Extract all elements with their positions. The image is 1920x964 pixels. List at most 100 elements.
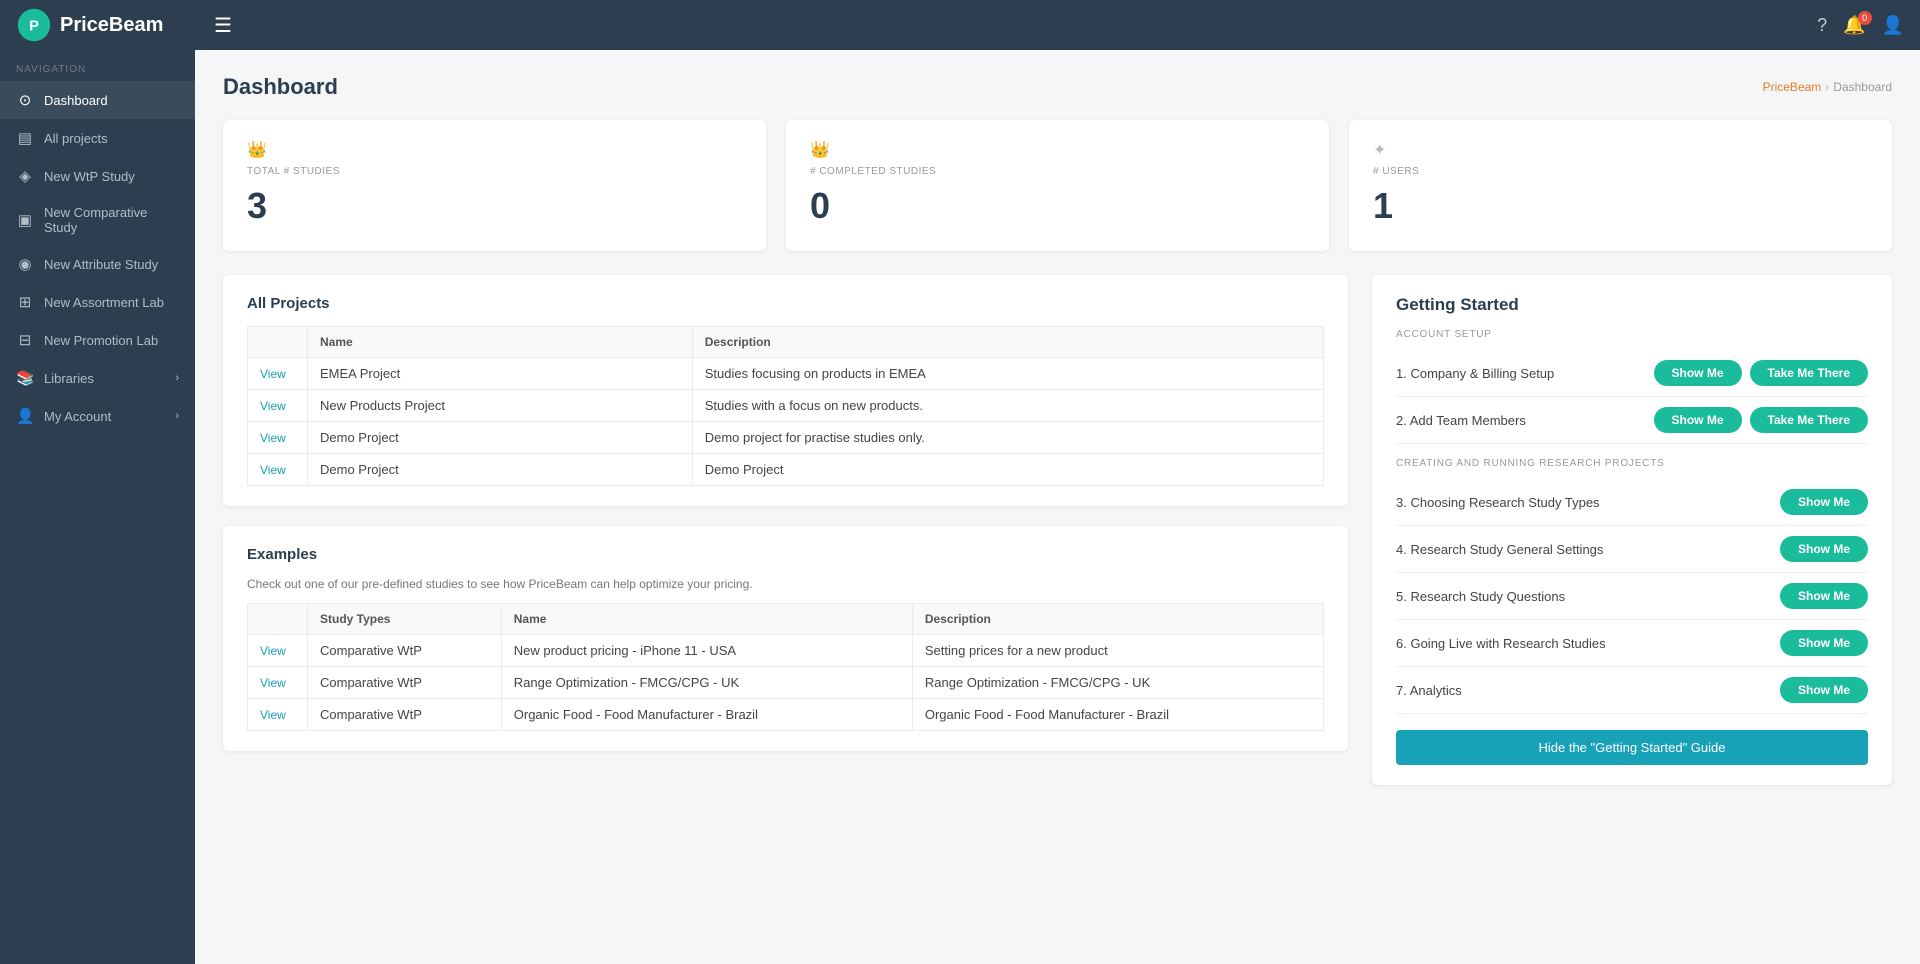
table-row: View Demo Project Demo project for pract… <box>248 422 1324 454</box>
stat-card-users: ✦ # USERS 1 <box>1349 120 1892 251</box>
notification-badge: 0 <box>1858 11 1872 25</box>
example-name: New product pricing - iPhone 11 - USA <box>501 635 912 667</box>
show-me-button-2[interactable]: Show Me <box>1654 407 1742 433</box>
view-example-link[interactable]: View <box>260 644 286 658</box>
stat-icon-2: ✦ <box>1373 140 1868 160</box>
sidebar-item-label: New Comparative Study <box>44 205 179 235</box>
sidebar-item-label: New WtP Study <box>44 169 135 184</box>
gs-step-3-label: 3. Choosing Research Study Types <box>1396 495 1772 510</box>
sidebar-item-dashboard[interactable]: ⊙ Dashboard <box>0 81 195 119</box>
sidebar-item-label: My Account <box>44 409 111 424</box>
topbar: P PriceBeam ☰ ? 🔔 0 👤 <box>0 0 1920 50</box>
table-row: View Comparative WtP Organic Food - Food… <box>248 699 1324 731</box>
example-study-type: Comparative WtP <box>308 667 502 699</box>
examples-section: Examples Check out one of our pre-define… <box>223 526 1348 751</box>
project-description: Studies focusing on products in EMEA <box>692 358 1323 390</box>
show-me-button-6[interactable]: Show Me <box>1780 630 1868 656</box>
view-example-link[interactable]: View <box>260 676 286 690</box>
account-icon: 👤 <box>16 407 34 425</box>
gs-step-5: 5. Research Study Questions Show Me <box>1396 573 1868 620</box>
sidebar: NAVIGATION ⊙ Dashboard ▤ All projects ◈ … <box>0 50 195 964</box>
stat-label-2: # USERS <box>1373 166 1868 177</box>
user-icon: 👤 <box>1882 15 1904 35</box>
stat-value-1: 0 <box>810 185 1305 227</box>
sidebar-item-my-account[interactable]: 👤 My Account › <box>0 397 195 435</box>
sidebar-item-libraries[interactable]: 📚 Libraries › <box>0 359 195 397</box>
dashboard-icon: ⊙ <box>16 91 34 109</box>
example-name: Organic Food - Food Manufacturer - Brazi… <box>501 699 912 731</box>
sidebar-nav-label: NAVIGATION <box>0 50 195 81</box>
view-project-link[interactable]: View <box>260 463 286 477</box>
gs-step-4-label: 4. Research Study General Settings <box>1396 542 1772 557</box>
breadcrumb-home-link[interactable]: PriceBeam <box>1763 80 1822 94</box>
ex-col-actions <box>248 604 308 635</box>
show-me-button-4[interactable]: Show Me <box>1780 536 1868 562</box>
sidebar-item-new-comparative-study[interactable]: ▣ New Comparative Study <box>0 195 195 245</box>
notifications-button[interactable]: 🔔 0 <box>1843 15 1865 36</box>
view-project-link[interactable]: View <box>260 431 286 445</box>
view-project-link[interactable]: View <box>260 399 286 413</box>
stat-value-0: 3 <box>247 185 742 227</box>
sidebar-item-new-attribute-study[interactable]: ◉ New Attribute Study <box>0 245 195 283</box>
sidebar-item-label: New Promotion Lab <box>44 333 158 348</box>
col-header-actions <box>248 327 308 358</box>
project-description: Studies with a focus on new products. <box>692 390 1323 422</box>
example-description: Setting prices for a new product <box>912 635 1323 667</box>
chevron-right-icon-2: › <box>175 410 179 422</box>
stat-label-1: # COMPLETED STUDIES <box>810 166 1305 177</box>
sidebar-item-all-projects[interactable]: ▤ All projects <box>0 119 195 157</box>
project-name: Demo Project <box>308 422 693 454</box>
examples-note: Check out one of our pre-defined studies… <box>247 577 1324 591</box>
table-row: View New Products Project Studies with a… <box>248 390 1324 422</box>
stat-icon-1: 👑 <box>810 140 1305 160</box>
gs-step-3: 3. Choosing Research Study Types Show Me <box>1396 479 1868 526</box>
hide-guide-button[interactable]: Hide the "Getting Started" Guide <box>1396 730 1868 765</box>
examples-title: Examples <box>247 546 1324 563</box>
user-button[interactable]: 👤 <box>1882 15 1904 36</box>
view-example-link[interactable]: View <box>260 708 286 722</box>
col-header-name: Name <box>308 327 693 358</box>
help-icon: ? <box>1817 15 1827 35</box>
stat-card-completed-studies: 👑 # COMPLETED STUDIES 0 <box>786 120 1329 251</box>
stat-card-total-studies: 👑 TOTAL # STUDIES 3 <box>223 120 766 251</box>
ex-col-name: Name <box>501 604 912 635</box>
chevron-right-icon: › <box>175 372 179 384</box>
sidebar-item-label: Dashboard <box>44 93 108 108</box>
all-projects-section: All Projects Name Description View EMEA … <box>223 275 1348 506</box>
table-row: View EMEA Project Studies focusing on pr… <box>248 358 1324 390</box>
show-me-button-5[interactable]: Show Me <box>1780 583 1868 609</box>
gs-step-7-label: 7. Analytics <box>1396 683 1772 698</box>
page-title: Dashboard <box>223 74 338 100</box>
gs-step-1: 1. Company & Billing Setup Show Me Take … <box>1396 350 1868 397</box>
example-study-type: Comparative WtP <box>308 699 502 731</box>
take-me-there-button-2[interactable]: Take Me There <box>1750 407 1868 433</box>
content-row: All Projects Name Description View EMEA … <box>223 275 1892 785</box>
logo-text: PriceBeam <box>60 14 163 37</box>
left-column: All Projects Name Description View EMEA … <box>223 275 1348 771</box>
stats-row: 👑 TOTAL # STUDIES 3 👑 # COMPLETED STUDIE… <box>223 120 1892 251</box>
app-layout: NAVIGATION ⊙ Dashboard ▤ All projects ◈ … <box>0 50 1920 964</box>
sidebar-item-label: New Attribute Study <box>44 257 158 272</box>
logo: P PriceBeam <box>16 7 206 43</box>
view-project-link[interactable]: View <box>260 367 286 381</box>
example-description: Organic Food - Food Manufacturer - Brazi… <box>912 699 1323 731</box>
take-me-there-button-1[interactable]: Take Me There <box>1750 360 1868 386</box>
examples-table: Study Types Name Description View Compar… <box>247 603 1324 731</box>
ex-col-study-types: Study Types <box>308 604 502 635</box>
menu-toggle-button[interactable]: ☰ <box>206 9 240 42</box>
project-description: Demo Project <box>692 454 1323 486</box>
show-me-button-1[interactable]: Show Me <box>1654 360 1742 386</box>
libraries-icon: 📚 <box>16 369 34 387</box>
gs-step-4: 4. Research Study General Settings Show … <box>1396 526 1868 573</box>
show-me-button-7[interactable]: Show Me <box>1780 677 1868 703</box>
show-me-button-3[interactable]: Show Me <box>1780 489 1868 515</box>
sidebar-item-new-assortment-lab[interactable]: ⊞ New Assortment Lab <box>0 283 195 321</box>
stat-value-2: 1 <box>1373 185 1868 227</box>
project-description: Demo project for practise studies only. <box>692 422 1323 454</box>
stat-icon-0: 👑 <box>247 140 742 160</box>
help-button[interactable]: ? <box>1817 15 1827 36</box>
all-projects-icon: ▤ <box>16 129 34 147</box>
col-header-description: Description <box>692 327 1323 358</box>
sidebar-item-new-wtp-study[interactable]: ◈ New WtP Study <box>0 157 195 195</box>
sidebar-item-new-promotion-lab[interactable]: ⊟ New Promotion Lab <box>0 321 195 359</box>
